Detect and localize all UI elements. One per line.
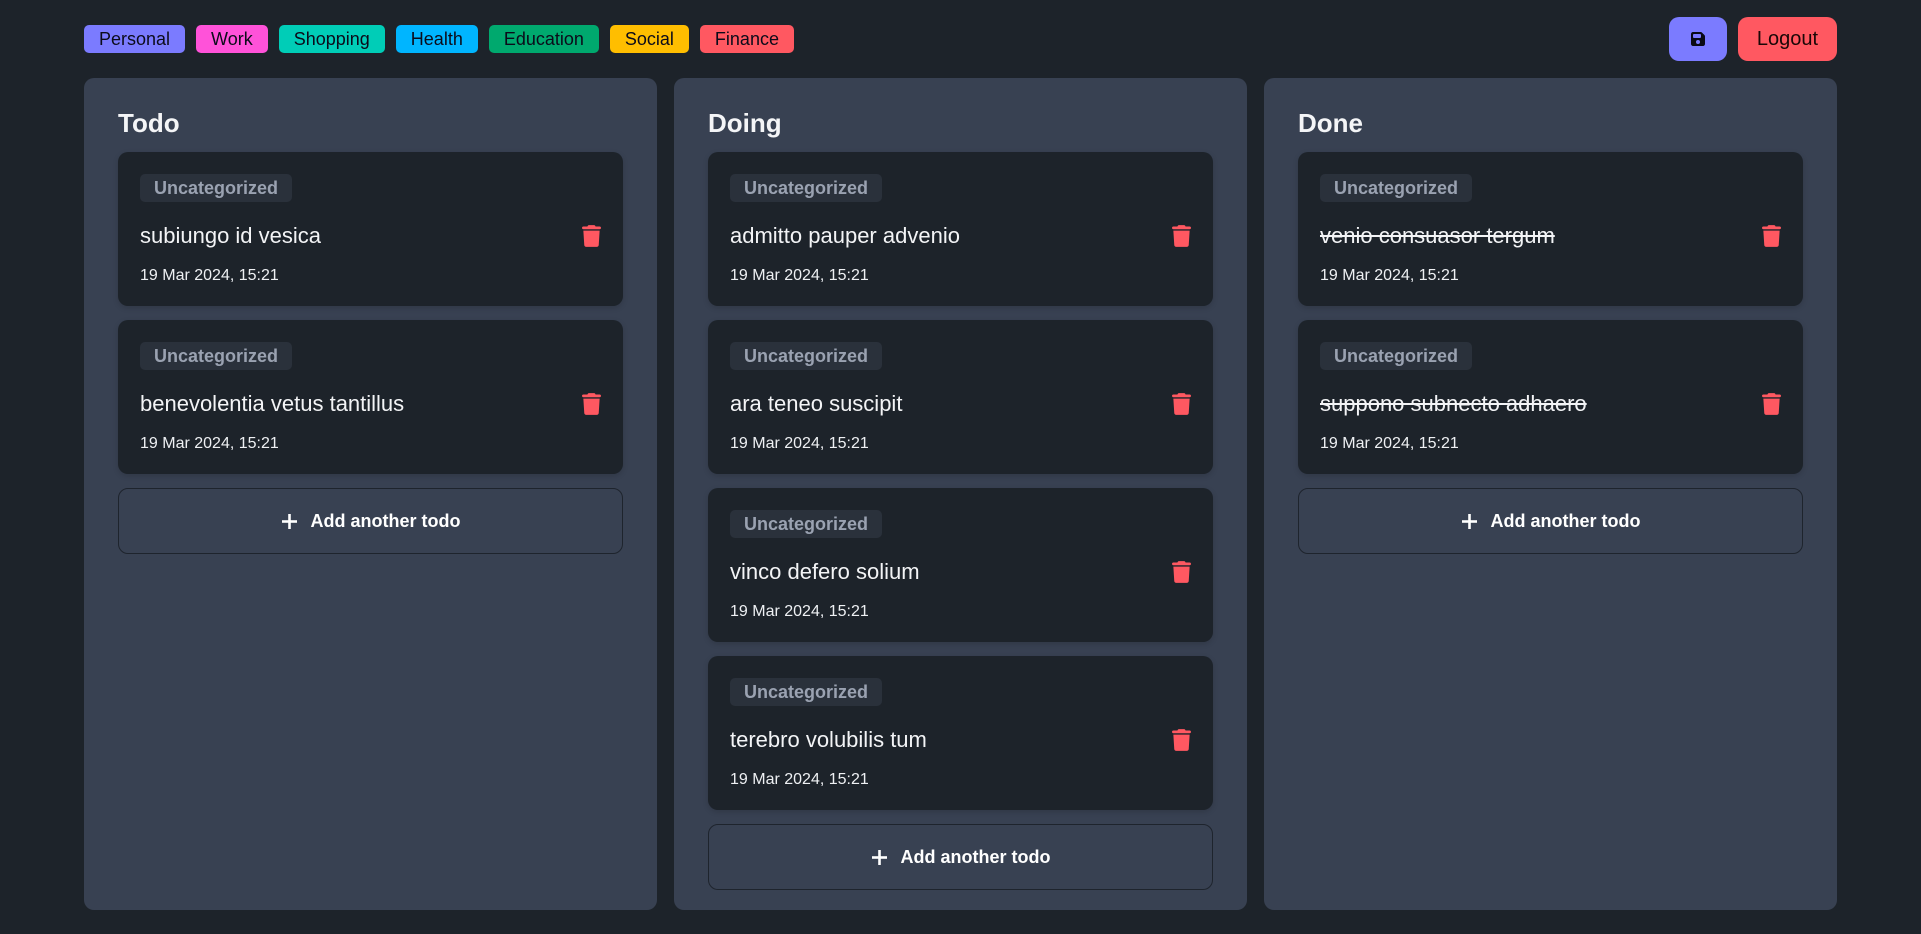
todo-title: ara teneo suscipit [730,391,903,416]
category-tag-shopping[interactable]: Shopping [278,25,385,53]
category-badge: Uncategorized [140,342,293,370]
logout-button[interactable]: Logout [1737,17,1837,61]
todo-date: 19 Mar 2024, 15:21 [1320,435,1459,452]
trash-icon[interactable] [1762,393,1781,415]
category-badge: Uncategorized [1320,174,1473,202]
kanban-board: Todo Uncategorized subiungo id vesica 19… [84,78,1837,910]
todo-title: suppono subnecto adhaero [1320,391,1587,416]
column-doing: Doing Uncategorized admitto pauper adven… [674,78,1247,910]
todo-date: 19 Mar 2024, 15:21 [1320,267,1459,284]
column-done: Done Uncategorized venio consuasor tergu… [1264,78,1837,910]
category-tags: Personal Work Shopping Health Education … [84,25,794,53]
plus-icon [281,513,297,529]
column-todo: Todo Uncategorized subiungo id vesica 19… [84,78,657,910]
category-badge: Uncategorized [1320,342,1473,370]
todo-date: 19 Mar 2024, 15:21 [140,435,279,452]
todo-card[interactable]: Uncategorized vinco defero solium 19 Mar… [708,488,1213,642]
todo-card[interactable]: Uncategorized admitto pauper advenio 19 … [708,152,1213,306]
plus-icon [871,849,887,865]
todo-title: admitto pauper advenio [730,223,960,248]
floppy-disk-icon [1690,31,1706,47]
trash-icon[interactable] [582,225,601,247]
todo-title: benevolentia vetus tantillus [140,391,405,416]
trash-icon[interactable] [582,393,601,415]
header-actions: Logout [1668,17,1837,61]
todo-date: 19 Mar 2024, 15:21 [730,267,869,284]
trash-icon[interactable] [1172,225,1191,247]
column-title: Todo [118,108,180,138]
add-todo-label: Add another todo [310,510,461,531]
column-title: Doing [708,108,782,138]
todo-card[interactable]: Uncategorized subiungo id vesica 19 Mar … [118,152,623,306]
trash-icon[interactable] [1172,393,1191,415]
category-badge: Uncategorized [730,678,883,706]
todo-date: 19 Mar 2024, 15:21 [140,267,279,284]
todo-date: 19 Mar 2024, 15:21 [730,603,869,620]
todo-title: venio consuasor tergum [1320,223,1555,248]
todo-date: 19 Mar 2024, 15:21 [730,435,869,452]
todo-title: subiungo id vesica [140,223,322,248]
todo-title: terebro volubilis tum [730,727,927,752]
add-todo-label: Add another todo [900,846,1051,867]
add-todo-button[interactable]: Add another todo [118,488,623,554]
trash-icon[interactable] [1762,225,1781,247]
category-tag-health[interactable]: Health [395,25,478,53]
category-badge: Uncategorized [730,342,883,370]
todo-date: 19 Mar 2024, 15:21 [730,771,869,788]
category-badge: Uncategorized [730,510,883,538]
todo-card[interactable]: Uncategorized suppono subnecto adhaero 1… [1298,320,1803,474]
category-tag-personal[interactable]: Personal [84,25,186,53]
todo-card[interactable]: Uncategorized venio consuasor tergum 19 … [1298,152,1803,306]
todo-title: vinco defero solium [730,559,920,584]
column-title: Done [1298,108,1363,138]
todo-card[interactable]: Uncategorized terebro volubilis tum 19 M… [708,656,1213,810]
plus-icon [1461,513,1477,529]
todo-card[interactable]: Uncategorized benevolentia vetus tantill… [118,320,623,474]
add-todo-label: Add another todo [1490,510,1641,531]
add-todo-button[interactable]: Add another todo [708,824,1213,890]
category-badge: Uncategorized [140,174,293,202]
save-button[interactable] [1668,17,1727,61]
category-tag-finance[interactable]: Finance [699,25,794,53]
add-todo-button[interactable]: Add another todo [1298,488,1803,554]
todo-card[interactable]: Uncategorized ara teneo suscipit 19 Mar … [708,320,1213,474]
trash-icon[interactable] [1172,729,1191,751]
category-tag-work[interactable]: Work [196,25,268,53]
category-tag-social[interactable]: Social [609,25,689,53]
trash-icon[interactable] [1172,561,1191,583]
category-tag-education[interactable]: Education [488,25,599,53]
category-badge: Uncategorized [730,174,883,202]
